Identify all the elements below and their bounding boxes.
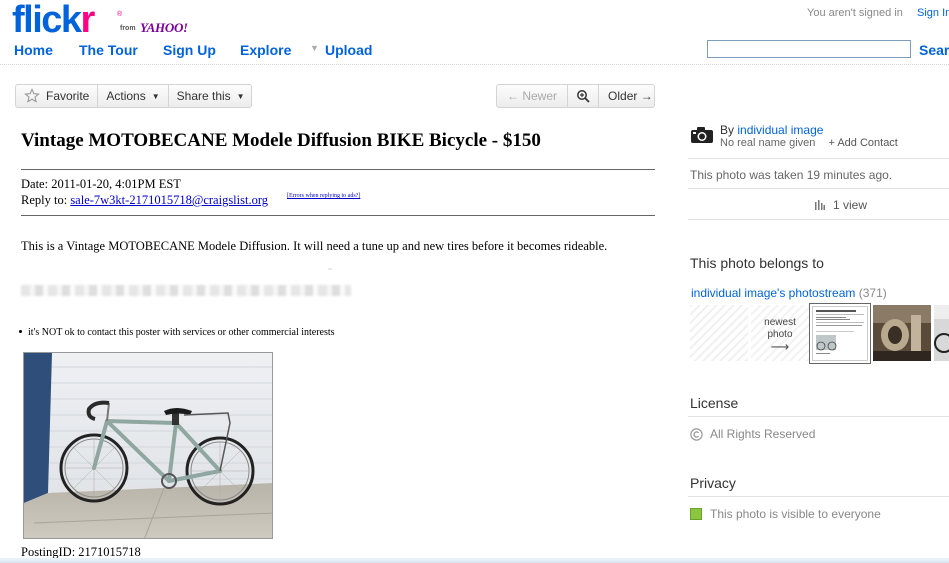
share-this-button[interactable]: Share this ▼: [169, 85, 253, 107]
privacy-heading: Privacy: [690, 475, 736, 491]
zoom-button[interactable]: [568, 85, 600, 107]
listing-bullet: it's NOT ok to contact this poster with …: [19, 327, 335, 338]
sign-in-link[interactable]: Sign In: [917, 7, 949, 19]
sidebar-divider: [688, 496, 949, 497]
photostream-thumb-2[interactable]: [934, 305, 949, 361]
photo-taken-text: This photo was taken 19 minutes ago.: [690, 168, 893, 182]
owner-link[interactable]: individual image: [737, 123, 823, 137]
privacy-value: This photo is visible to everyone: [690, 507, 881, 521]
favorite-button[interactable]: Favorite: [16, 85, 99, 107]
logo-text-r: r: [80, 0, 96, 41]
listing-reply-to: Reply to: sale-7w3kt-2171015718@craigsli…: [21, 193, 268, 208]
chevron-down-icon: ▼: [236, 91, 245, 101]
by-label: By: [720, 123, 735, 137]
newest-photo-thumb[interactable]: newest photo ⟶: [751, 305, 809, 361]
no-real-name-text: No real name given: [720, 137, 816, 149]
older-label: Older →: [608, 89, 653, 103]
share-label: Share this: [176, 89, 231, 103]
favorite-label: Favorite: [46, 89, 90, 103]
owner-subline: No real name given + Add Contact: [720, 137, 898, 149]
browser-status-strip: [0, 558, 949, 563]
listing-title: Vintage MOTOBECANE Modele Diffusion BIKE…: [21, 130, 541, 151]
blurred-mark: [328, 268, 332, 270]
chevron-down-icon: ▼: [151, 91, 160, 101]
main-photo[interactable]: Vintage MOTOBECANE Modele Diffusion BIKE…: [15, 120, 660, 563]
explore-dropdown-icon[interactable]: ▼: [310, 43, 319, 53]
add-contact-link[interactable]: + Add Contact: [828, 137, 897, 149]
sidebar-divider: [688, 416, 949, 417]
search-button[interactable]: Sear: [919, 42, 949, 58]
logo-text-flick: flick: [12, 0, 82, 41]
header-divider: [0, 64, 949, 65]
star-icon: [24, 88, 40, 103]
logo-from-text: from: [120, 25, 136, 32]
nav-sign-up[interactable]: Sign Up: [163, 42, 216, 59]
actions-label: Actions: [106, 89, 146, 103]
sidebar-divider: [688, 219, 949, 220]
listing-divider-top: [21, 169, 655, 170]
camera-icon: [691, 127, 713, 143]
blurred-text-line: [21, 285, 351, 296]
view-count: 1 view: [815, 198, 867, 212]
reply-to-label: Reply to:: [21, 193, 68, 207]
bullet-text: it's NOT ok to contact this poster with …: [28, 327, 335, 338]
arrow-right-icon: ⟶: [770, 339, 790, 354]
nav-explore[interactable]: Explore: [240, 42, 291, 59]
bicycle-photo: [23, 352, 273, 539]
photostream-link[interactable]: individual image's photostream (371): [691, 286, 887, 300]
privacy-text: This photo is visible to everyone: [710, 507, 881, 521]
nav-upload[interactable]: Upload: [325, 42, 372, 59]
nav-the-tour[interactable]: The Tour: [79, 42, 138, 59]
photo-actions-toolbar: Favorite Actions ▼ Share this ▼: [15, 84, 252, 108]
license-value[interactable]: All Rights Reserved: [690, 427, 815, 441]
search-input[interactable]: [707, 40, 911, 58]
actions-button[interactable]: Actions ▼: [98, 85, 169, 107]
not-signed-in-text: You aren't signed in: [807, 7, 903, 19]
zoom-icon: [577, 90, 590, 103]
thumb-placeholder: [690, 305, 748, 361]
nav-home[interactable]: Home: [14, 42, 53, 59]
newer-button[interactable]: ← Newer: [497, 85, 569, 107]
views-label: 1 view: [833, 198, 868, 212]
current-thumb-image: [812, 306, 868, 361]
current-photo-thumb[interactable]: [809, 303, 871, 364]
newer-label: ← Newer: [507, 89, 558, 103]
photostream-name: individual image's photostream: [691, 286, 856, 300]
yahoo-logo: YAHOO!: [140, 20, 188, 35]
owner-line: By individual image: [720, 123, 823, 137]
listing-body: This is a Vintage MOTOBECANE Modele Diff…: [21, 239, 608, 253]
errors-link: [Errors when replying to ads?]: [287, 193, 361, 199]
copyright-icon: [690, 427, 703, 441]
privacy-public-icon: [690, 508, 702, 520]
bicycle-image: [24, 353, 272, 538]
belongs-heading: This photo belongs to: [690, 255, 824, 271]
older-button[interactable]: Older →: [599, 85, 662, 107]
reply-email-link: sale-7w3kt-2171015718@craigslist.org: [70, 193, 269, 207]
license-text: All Rights Reserved: [710, 427, 816, 441]
bar-chart-icon: [815, 200, 825, 210]
logo-registered-mark: ®: [117, 11, 123, 18]
listing-divider-bottom: [21, 215, 655, 216]
photostream-thumb-1[interactable]: [873, 305, 931, 361]
photostream-count: (371): [858, 286, 887, 300]
sidebar-divider: [688, 188, 949, 189]
sidebar-divider: [688, 158, 949, 159]
license-heading: License: [690, 395, 739, 411]
newest-photo-label: newest photo: [764, 317, 796, 340]
listing-date: Date: 2011-01-20, 4:01PM EST: [21, 177, 181, 191]
photo-navigation-toolbar: ← Newer Older →: [496, 84, 655, 108]
